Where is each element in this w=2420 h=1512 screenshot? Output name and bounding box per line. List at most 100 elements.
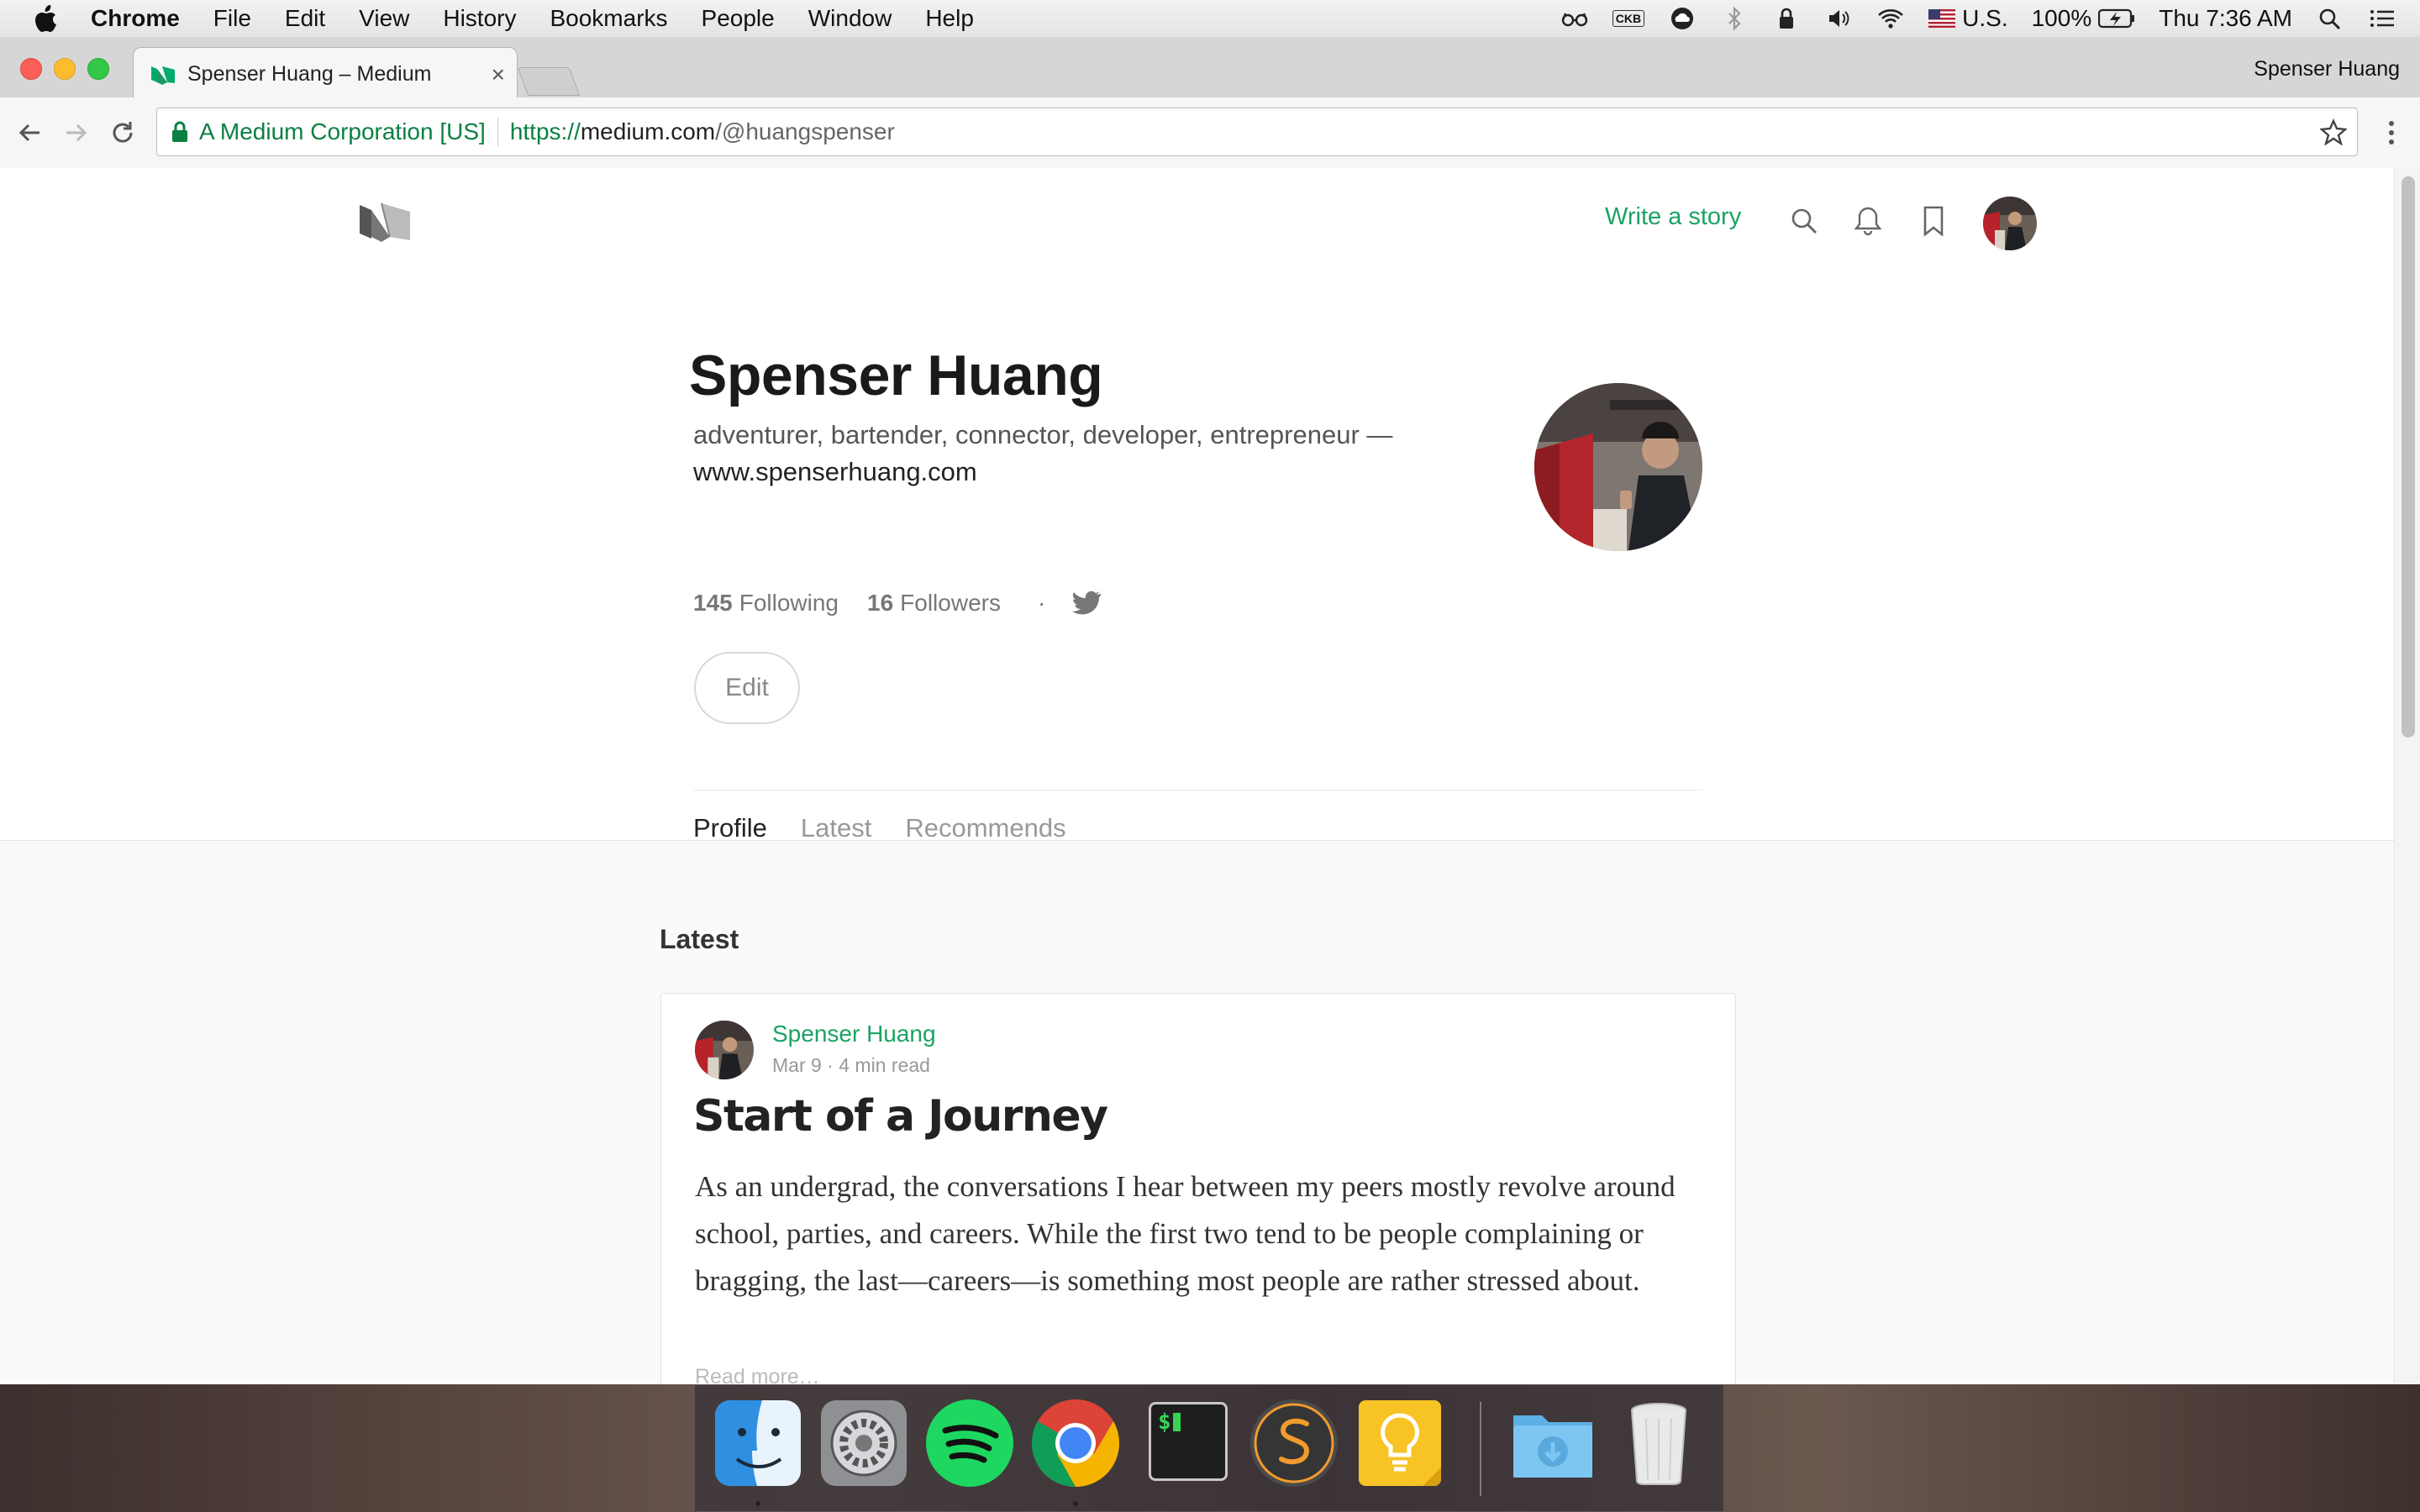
menu-app-chrome[interactable]: Chrome	[91, 5, 180, 32]
system-preferences-icon[interactable]	[819, 1399, 908, 1488]
tab-latest[interactable]: Latest	[801, 813, 871, 843]
back-button[interactable]	[13, 116, 47, 150]
profile-website-link[interactable]: www.spenserhuang.com	[693, 457, 977, 486]
address-bar[interactable]: A Medium Corporation [US] https://medium…	[156, 108, 2358, 156]
section-heading-latest: Latest	[660, 924, 739, 954]
medium-logo-icon[interactable]	[358, 197, 413, 244]
keynote-icon[interactable]	[1355, 1399, 1444, 1488]
chrome-icon[interactable]	[1031, 1399, 1120, 1488]
menu-history[interactable]: History	[443, 5, 516, 32]
finder-icon[interactable]	[713, 1399, 802, 1488]
input-source-badge[interactable]: CKB	[1612, 10, 1645, 27]
browser-toolbar: A Medium Corporation [US] https://medium…	[0, 97, 2420, 169]
profile-name: Spenser Huang	[689, 344, 1103, 407]
menu-help[interactable]: Help	[925, 5, 974, 32]
write-a-story-link[interactable]: Write a story	[1605, 203, 1741, 231]
creative-cloud-icon[interactable]	[1668, 6, 1697, 31]
downloads-folder-icon[interactable]	[1508, 1399, 1597, 1488]
reload-icon	[113, 122, 133, 143]
window-close-button[interactable]	[20, 58, 42, 80]
battery-status[interactable]: 100%	[2032, 5, 2136, 32]
forward-arrow-icon	[66, 123, 87, 142]
dock-separator	[1480, 1402, 1481, 1496]
followers-count: 16	[867, 590, 894, 616]
following-link[interactable]: 145 Following	[693, 590, 839, 617]
menu-bar-status-area: CKB U.S. 100% Thu 7:36 AM	[1560, 0, 2420, 37]
sublime-text-icon[interactable]	[1249, 1399, 1339, 1488]
page-viewport: Write a story Spenser Huang adventurer, …	[0, 168, 2420, 1384]
followers-link[interactable]: 16 Followers	[867, 590, 1001, 617]
menu-view[interactable]: View	[359, 5, 409, 32]
chrome-window: Spenser Huang – Medium × Spenser Huang A…	[0, 37, 2420, 1384]
chrome-profile-name[interactable]: Spenser Huang	[2254, 57, 2400, 81]
tab-strip: Spenser Huang – Medium × Spenser Huang	[0, 37, 2420, 100]
following-label: Following	[739, 590, 839, 616]
finder-running-indicator	[755, 1501, 760, 1506]
keyboard-region-label: U.S.	[1962, 5, 2008, 31]
post-title[interactable]: Start of a Journey	[693, 1091, 1108, 1142]
tab-close-button[interactable]: ×	[492, 61, 505, 88]
new-tab-button[interactable]	[517, 67, 581, 96]
spotlight-icon[interactable]	[2316, 6, 2344, 31]
profile-photo	[1534, 383, 1702, 551]
url-path: /@huangspenser	[715, 118, 895, 144]
terminal-window-shape: $	[1149, 1402, 1228, 1481]
wifi-icon[interactable]	[1876, 6, 1905, 31]
post-card[interactable]: Spenser Huang Mar 9 · 4 min read Start o…	[660, 993, 1736, 1384]
clock[interactable]: Thu 7:36 AM	[2159, 5, 2292, 32]
avatar-photo	[1983, 197, 2037, 250]
menu-people[interactable]: People	[702, 5, 775, 32]
window-minimize-button[interactable]	[54, 58, 76, 80]
scrollbar-thumb[interactable]	[2402, 176, 2415, 738]
profile-stats: 145 Following 16 Followers ·	[693, 590, 1102, 617]
chrome-menu-icon[interactable]	[2375, 114, 2408, 151]
menu-bookmarks[interactable]: Bookmarks	[550, 5, 667, 32]
profile-tabs: Profile Latest Recommends	[693, 813, 1100, 843]
dock: $	[694, 1384, 1724, 1512]
site-identity[interactable]: A Medium Corporation [US]	[199, 118, 486, 145]
bookmark-star-icon[interactable]	[2320, 118, 2347, 145]
trash-icon[interactable]	[1614, 1399, 1703, 1488]
read-more-link[interactable]: Read more…	[695, 1365, 820, 1384]
bookmarks-icon[interactable]	[1918, 205, 1949, 237]
macos-menu-bar: Chrome File Edit View History Bookmarks …	[0, 0, 2420, 38]
search-icon[interactable]	[1788, 205, 1820, 237]
apple-menu-icon[interactable]	[32, 3, 59, 34]
author-avatar-photo	[695, 1021, 754, 1079]
url-host: medium.com	[580, 118, 716, 144]
post-excerpt[interactable]: As an undergrad, the conversations I hea…	[695, 1163, 1712, 1305]
tab-recommends[interactable]: Recommends	[905, 813, 1065, 843]
post-author-link[interactable]: Spenser Huang	[772, 1021, 936, 1047]
reload-button[interactable]	[106, 116, 139, 150]
us-flag-icon	[1928, 9, 1956, 28]
terminal-icon[interactable]: $	[1144, 1399, 1233, 1488]
lock-icon[interactable]	[1772, 6, 1801, 31]
edit-profile-button[interactable]: Edit	[694, 652, 800, 724]
profile-photo-image	[1534, 383, 1702, 551]
menu-file[interactable]: File	[213, 5, 251, 32]
medium-favicon-icon	[151, 66, 175, 85]
post-author-avatar[interactable]	[695, 1021, 754, 1079]
spotify-icon[interactable]	[925, 1399, 1014, 1488]
following-count: 145	[693, 590, 733, 616]
bluetooth-icon[interactable]	[1720, 6, 1749, 31]
volume-icon[interactable]	[1824, 6, 1853, 31]
menu-edit[interactable]: Edit	[285, 5, 325, 32]
menu-window[interactable]: Window	[808, 5, 892, 32]
twitter-icon[interactable]	[1072, 591, 1102, 616]
forward-button[interactable]	[59, 116, 92, 150]
back-arrow-icon	[18, 123, 39, 142]
keyboard-region[interactable]: U.S.	[1928, 5, 2008, 32]
tab-profile[interactable]: Profile	[693, 813, 767, 843]
window-fullscreen-button[interactable]	[87, 58, 109, 80]
profile-bio-text: adventurer, bartender, connector, develo…	[693, 420, 1393, 449]
notifications-bell-icon[interactable]	[1852, 205, 1884, 237]
profile-bio: adventurer, bartender, connector, develo…	[693, 417, 1449, 491]
tab-title: Spenser Huang – Medium	[187, 61, 432, 86]
page-scrollbar[interactable]	[2394, 168, 2420, 1384]
address-separator	[497, 118, 498, 146]
tab-medium-profile[interactable]: Spenser Huang – Medium ×	[133, 47, 518, 100]
user-avatar-menu[interactable]	[1983, 197, 2037, 250]
glasses-icon[interactable]	[1560, 6, 1589, 31]
notification-center-icon[interactable]	[2368, 6, 2396, 31]
